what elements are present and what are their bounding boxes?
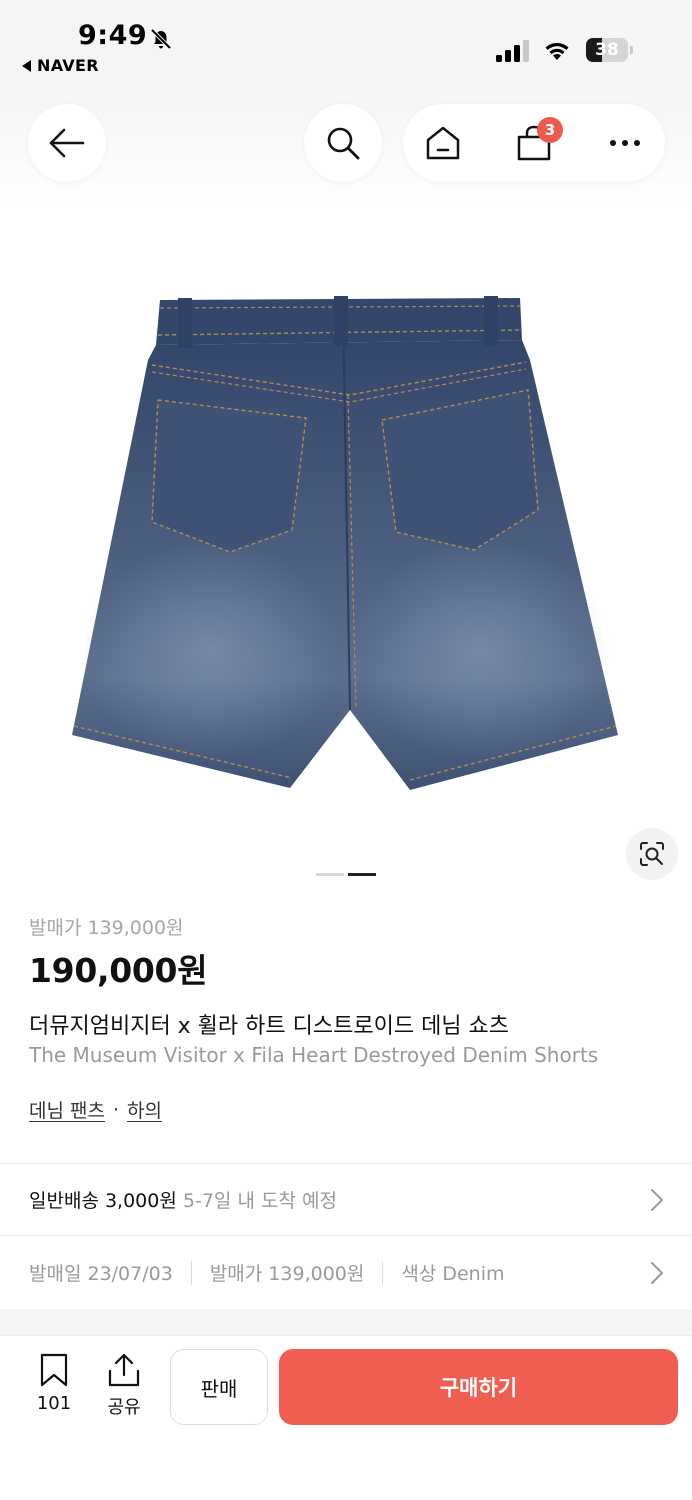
more-icon (610, 140, 640, 146)
meta-color: 색상 Denim (401, 1263, 505, 1285)
divider (0, 1163, 692, 1164)
status-time: 9:49 (78, 20, 148, 51)
delivery-row[interactable]: 일반배송 3,000원 5-7일 내 도착 예정 (29, 1186, 337, 1213)
buy-button[interactable]: 구매하기 (279, 1349, 678, 1425)
category-breadcrumb: 데님 팬츠 · 하의 (29, 1096, 162, 1123)
bookmark-count: 101 (36, 1393, 72, 1414)
battery-label: 38 (595, 40, 619, 60)
sell-button[interactable]: 판매 (170, 1349, 268, 1425)
divider (0, 1235, 692, 1236)
category-separator: · (112, 1098, 120, 1121)
search-icon (327, 127, 360, 160)
share-icon (108, 1353, 140, 1387)
bookmark-button[interactable]: 101 (34, 1353, 74, 1423)
release-price: 발매가 139,000원 (29, 917, 184, 939)
meta-release-price: 발매가 139,000원 (209, 1263, 365, 1285)
more-button[interactable] (585, 104, 665, 182)
chevron-right-icon[interactable] (650, 1188, 664, 1212)
image-pagination (316, 873, 376, 876)
back-arrow-icon (49, 128, 85, 158)
nav-actions-pill (403, 104, 665, 182)
cart-count-badge: 3 (537, 117, 563, 143)
home-button[interactable] (403, 104, 483, 182)
bookmark-icon (40, 1353, 68, 1387)
meta-separator (382, 1260, 384, 1285)
search-button[interactable] (304, 104, 382, 182)
signal-icon (496, 40, 529, 62)
chevron-right-icon[interactable] (650, 1261, 664, 1285)
battery-icon: 38 (586, 38, 633, 62)
section-spacer (0, 1309, 692, 1335)
category-link-bottoms[interactable]: 하의 (127, 1096, 162, 1123)
home-icon (426, 126, 460, 160)
cart-button[interactable] (494, 104, 574, 182)
release-date: 발매일 23/07/03 (29, 1263, 173, 1285)
meta-separator (190, 1260, 192, 1285)
status-bar: 9:49 NAVER 38 (0, 0, 692, 90)
bell-off-icon (150, 28, 172, 50)
back-button[interactable] (28, 104, 106, 182)
product-title: 더뮤지엄비지터 x 휠라 하트 디스트로이드 데님 쇼츠 (29, 1014, 510, 1039)
back-to-app-link[interactable]: NAVER (22, 56, 99, 75)
delivery-eta: 5-7일 내 도착 예정 (182, 1190, 337, 1212)
category-link-denim-pants[interactable]: 데님 팬츠 (29, 1096, 105, 1123)
wifi-icon (545, 43, 569, 60)
back-app-label: NAVER (37, 56, 99, 75)
lens-icon (640, 842, 664, 866)
product-image[interactable] (60, 290, 630, 800)
pagination-dot[interactable] (316, 873, 344, 876)
share-button[interactable]: 공유 (102, 1353, 146, 1423)
delivery-label: 일반배송 3,000원 (29, 1190, 177, 1212)
product-title-en: The Museum Visitor x Fila Heart Destroye… (29, 1043, 599, 1067)
product-meta-row[interactable]: 발매일 23/07/03 발매가 139,000원 색상 Denim (29, 1259, 505, 1286)
image-search-button[interactable] (626, 828, 678, 880)
product-price: 190,000원 (29, 951, 208, 990)
pagination-dot-active[interactable] (348, 873, 376, 876)
share-label: 공유 (107, 1397, 141, 1418)
back-triangle-icon (22, 59, 31, 72)
